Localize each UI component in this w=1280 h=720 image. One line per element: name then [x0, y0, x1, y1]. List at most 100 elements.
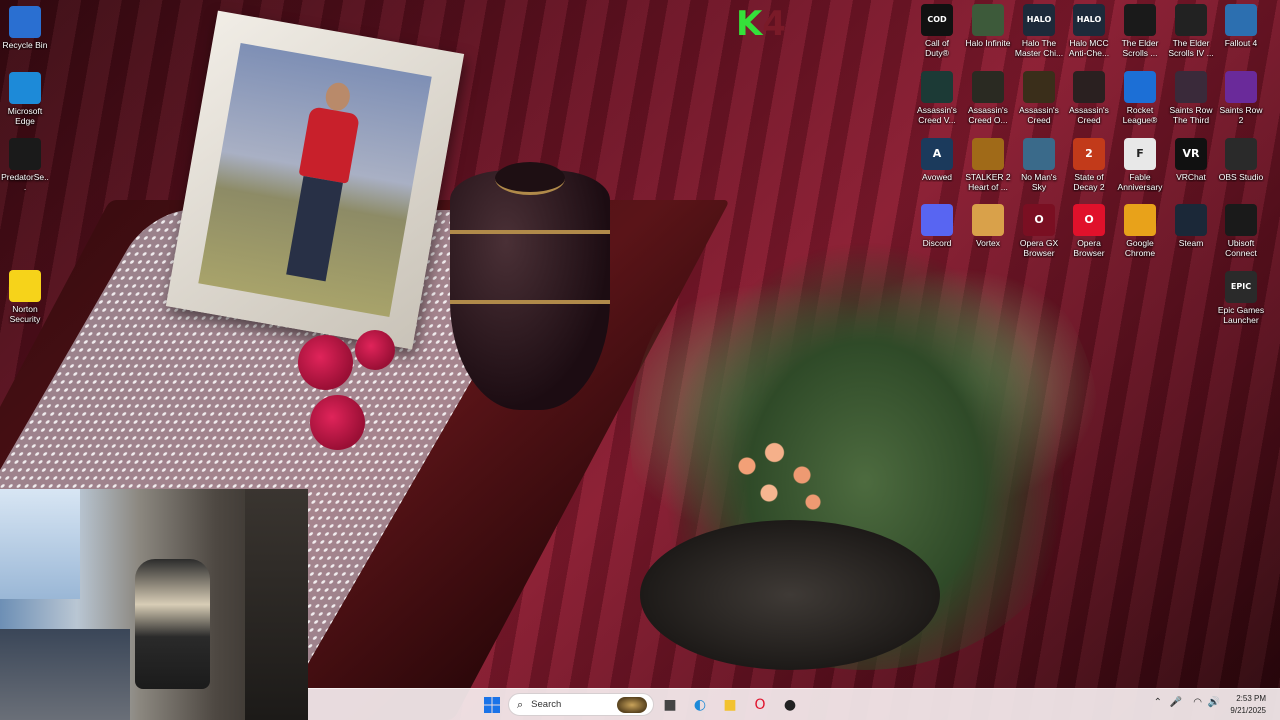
search-highlight-icon — [617, 697, 647, 713]
obs-taskbar-button[interactable]: ● — [778, 693, 802, 717]
opera-taskbar-button[interactable]: O — [748, 693, 772, 717]
desktop-icon-label: STALKER 2 Heart of ... — [965, 172, 1011, 192]
file-explorer-button[interactable]: ■ — [718, 693, 742, 717]
avowed-icon: A — [921, 138, 953, 170]
oblivion-icon — [1175, 4, 1207, 36]
search-placeholder: Search — [531, 699, 562, 710]
obs-taskbar-icon: ● — [783, 697, 797, 713]
microphone-icon[interactable]: 🎤 — [1170, 697, 1182, 708]
desktop-icon-label: Halo Infinite — [965, 38, 1011, 48]
desktop-icon[interactable]: COD Call of Duty® — [912, 4, 962, 58]
search-icon: ⌕ — [517, 697, 524, 711]
desktop-icon[interactable]: Ubisoft Connect — [1216, 204, 1266, 258]
desktop-icon[interactable]: Vortex — [963, 204, 1013, 248]
assassins-creed-origins-icon — [1023, 71, 1055, 103]
vrchat-icon: VR — [1175, 138, 1207, 170]
desktop-icon-label: The Elder Scrolls ... — [1121, 38, 1159, 58]
windows-logo-icon — [484, 697, 500, 713]
desktop-icon[interactable]: F Fable Anniversary — [1115, 138, 1165, 192]
desktop-icon[interactable]: HALO Halo MCC Anti-Che... — [1064, 4, 1114, 58]
desktop-icon-label: Assassin's Creed Mirage — [1069, 105, 1109, 125]
desktop-icon[interactable]: No Man's Sky — [1014, 138, 1064, 192]
desktop-icon[interactable]: Assassin's Creed Mirage — [1064, 71, 1114, 125]
opera-gx-icon: O — [1023, 204, 1055, 236]
system-clock[interactable]: 2:53 PM 9/21/2025 — [1230, 693, 1266, 717]
wifi-icon[interactable]: ◠ — [1193, 697, 1202, 708]
desktop-icon[interactable]: Recycle Bin — [0, 6, 50, 50]
wallpaper-flowers — [725, 430, 835, 520]
desktop-icon[interactable]: Microsoft Edge — [0, 72, 50, 126]
clock-date: 9/21/2025 — [1230, 706, 1266, 715]
desktop-icon[interactable]: Discord — [912, 204, 962, 248]
assassins-creed-valhalla-icon — [921, 71, 953, 103]
desktop-icon-label: Rocket League® — [1122, 105, 1158, 125]
desktop-icon-label: Recycle Bin — [2, 40, 48, 50]
desktop-icon[interactable]: Saints Row The Third — [1166, 71, 1216, 125]
desktop-icon-label: Call of Duty® — [924, 38, 950, 58]
desktop-icon[interactable]: Fallout 4 — [1216, 4, 1266, 48]
desktop-icon[interactable]: The Elder Scrolls ... — [1115, 4, 1165, 58]
desktop-icon[interactable]: OBS Studio — [1216, 138, 1266, 182]
desktop-icon[interactable]: Assassin's Creed V... — [912, 71, 962, 125]
desktop-icon[interactable]: Assassin's Creed Origins — [1014, 71, 1064, 125]
wallpaper-rose — [310, 395, 365, 450]
desktop-icon[interactable]: HALO Halo The Master Chi... — [1014, 4, 1064, 58]
predator-sense-icon — [9, 138, 41, 170]
desktop-icon[interactable]: A Avowed — [912, 138, 962, 182]
desktop-icon[interactable]: VR VRChat — [1166, 138, 1216, 182]
edge-taskbar-icon: ◐ — [693, 697, 707, 713]
desktop-icon[interactable]: Steam — [1166, 204, 1216, 248]
halo-mcc-icon: HALO — [1023, 4, 1055, 36]
chevron-up-icon[interactable]: ⌃ — [1154, 697, 1162, 708]
desktop-icon[interactable]: Rocket League® — [1115, 71, 1165, 125]
file-explorer-icon: ■ — [723, 697, 737, 713]
norton-icon — [9, 270, 41, 302]
obs-studio-icon — [1225, 138, 1257, 170]
saints-row-2-icon — [1225, 71, 1257, 103]
desktop-icon-label: The Elder Scrolls IV ... — [1168, 38, 1214, 58]
ubisoft-connect-icon — [1225, 204, 1257, 236]
webcam-overlay — [0, 489, 308, 720]
desktop-icon[interactable]: O Opera Browser — [1064, 204, 1114, 258]
wallpaper-photo — [198, 43, 432, 317]
speaker-icon[interactable]: 🔊 — [1208, 697, 1220, 708]
elder-scrolls-icon — [1124, 4, 1156, 36]
task-view-icon: ■ — [663, 697, 677, 713]
desktop-icon[interactable]: PredatorSe... — [0, 138, 50, 192]
desktop-icon[interactable]: 2 State of Decay 2 — [1064, 138, 1114, 192]
vortex-icon — [972, 204, 1004, 236]
desktop-icon[interactable]: Assassin's Creed O... — [963, 71, 1013, 125]
task-view-button[interactable]: ■ — [658, 693, 682, 717]
no-mans-sky-icon — [1023, 138, 1055, 170]
opera-taskbar-icon: O — [754, 697, 766, 713]
desktop-icon-label: VRChat — [1176, 172, 1206, 182]
epic-games-icon: EPIC — [1225, 271, 1257, 303]
desktop-icon[interactable]: EPIC Epic Games Launcher — [1216, 271, 1266, 325]
desktop-icon-label: Norton Security Ultra — [9, 304, 41, 324]
edge-taskbar-button[interactable]: ◐ — [688, 693, 712, 717]
desktop-icon-label: State of Decay 2 — [1073, 172, 1105, 192]
halo-mcc-anticheat-icon: HALO — [1073, 4, 1105, 36]
rocket-league-icon — [1124, 71, 1156, 103]
desktop-icon[interactable]: Google Chrome — [1115, 204, 1165, 258]
desktop-icon[interactable]: Norton Security Ultra — [0, 270, 50, 324]
desktop-icon-label: Fallout 4 — [1224, 38, 1258, 48]
start-button[interactable] — [480, 693, 504, 717]
halo-infinite-icon — [972, 4, 1004, 36]
desktop-icon[interactable]: Saints Row 2 — [1216, 71, 1266, 125]
desktop-icon[interactable]: STALKER 2 Heart of ... — [963, 138, 1013, 192]
wallpaper-rose — [298, 335, 353, 390]
stalker-2-icon — [972, 138, 1004, 170]
desktop-icon-label: Avowed — [921, 172, 953, 182]
desktop-icon-label: Vortex — [975, 238, 1001, 248]
saints-row-third-icon — [1175, 71, 1207, 103]
desktop-icon[interactable]: The Elder Scrolls IV ... — [1166, 4, 1216, 58]
desktop-icon-label: OBS Studio — [1218, 172, 1264, 182]
desktop-icon-label: Google Chrome — [1124, 238, 1156, 258]
desktop-icon[interactable]: Halo Infinite — [963, 4, 1013, 48]
desktop-icon-label: Discord — [922, 238, 952, 248]
desktop-icon[interactable]: O Opera GX Browser — [1014, 204, 1064, 258]
edge-icon — [9, 72, 41, 104]
taskbar-search[interactable]: ⌕ Search — [508, 693, 654, 716]
call-of-duty-icon: COD — [921, 4, 953, 36]
